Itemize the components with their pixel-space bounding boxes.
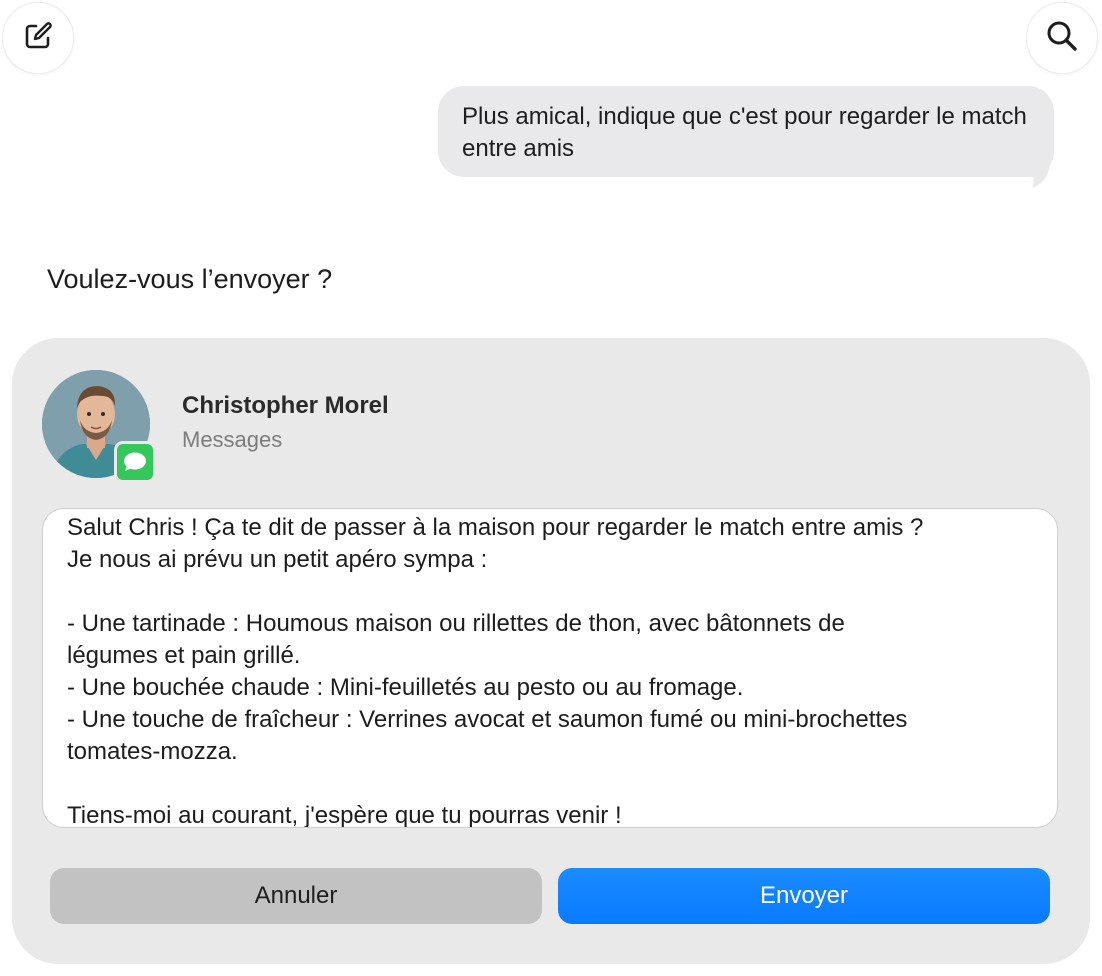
messages-app-icon [114, 441, 156, 483]
search-icon [1044, 18, 1080, 59]
message-draft-field[interactable]: Salut Chris ! Ça te dit de passer à la m… [42, 508, 1058, 828]
send-button[interactable]: Envoyer [558, 868, 1050, 924]
search-button[interactable] [1026, 2, 1098, 74]
user-message-bubble: Plus amical, indique que c'est pour rega… [438, 86, 1054, 192]
contact-app-label: Messages [182, 427, 283, 452]
page: Plus amical, indique que c'est pour rega… [0, 0, 1102, 976]
cancel-button[interactable]: Annuler [50, 868, 542, 924]
send-confirmation-question: Voulez-vous l’envoyer ? [47, 264, 333, 294]
user-message-text: Plus amical, indique que c'est pour rega… [438, 86, 1054, 177]
compose-icon [21, 19, 55, 58]
contact-name: Christopher Morel [182, 392, 389, 419]
compose-button[interactable] [2, 2, 74, 74]
message-draft-card: Christopher Morel Messages Salut Chris !… [12, 338, 1090, 964]
message-draft-text: Salut Chris ! Ça te dit de passer à la m… [67, 514, 924, 828]
